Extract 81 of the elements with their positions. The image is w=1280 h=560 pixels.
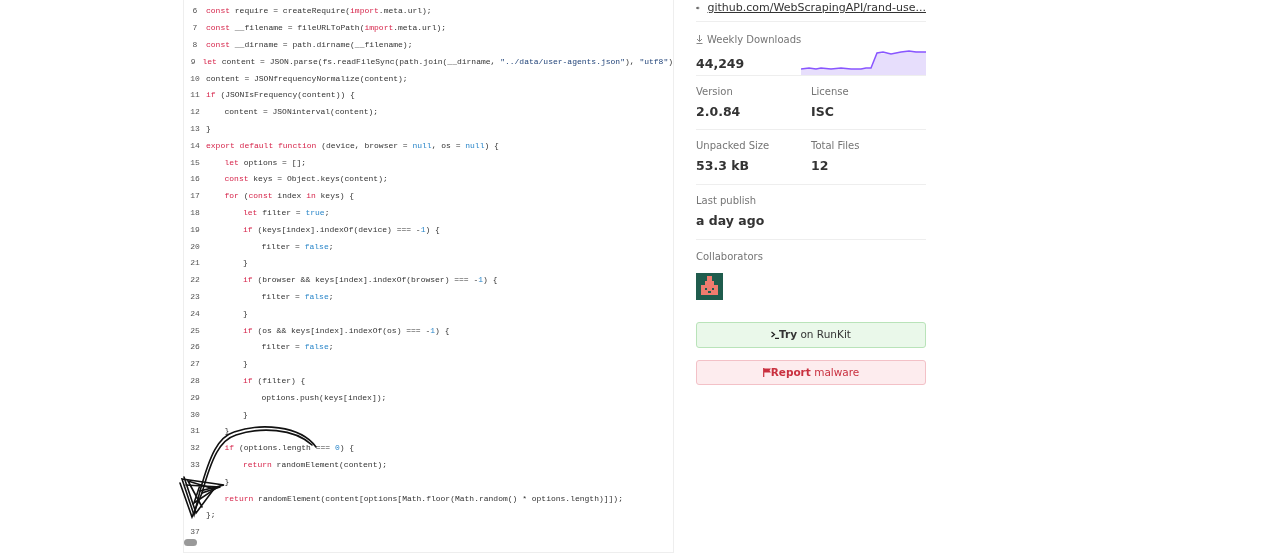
line-number: 7 <box>191 22 199 35</box>
stat-value: a day ago <box>696 212 766 230</box>
line-number: 8 <box>191 39 199 51</box>
line-number: 33 <box>189 458 201 471</box>
line-number: 18 <box>189 206 201 219</box>
line-number: 14 <box>189 139 201 152</box>
line-number: 16 <box>189 173 201 186</box>
code-line: const keys = Object.keys(content); <box>224 173 388 186</box>
code-line: if (JSONIsFrequency(content)) { <box>206 89 355 102</box>
code-line: const require = createRequire(import.meta.url); <box>206 5 432 18</box>
code-line: } <box>243 408 248 421</box>
line-number: 6 <box>191 5 199 18</box>
code-line: } <box>224 475 230 488</box>
code-line: }; <box>206 509 216 522</box>
stat-value: 53.3 kB <box>696 157 751 176</box>
line-number: 15 <box>189 156 201 169</box>
line-number: 23 <box>189 290 201 303</box>
code-line: return randomElement(content); <box>243 458 388 471</box>
line-number: 28 <box>189 374 201 387</box>
code-line: filter = false; <box>261 240 334 253</box>
line-number: 10 <box>189 72 201 85</box>
line-number: 25 <box>189 324 201 337</box>
stat-value: 2.0.84 <box>696 102 742 121</box>
stat-value: 12 <box>811 157 830 176</box>
stat-label: Total Files <box>811 139 861 154</box>
code-line: for (const index in keys) { <box>224 190 355 203</box>
code-line: } <box>206 122 211 135</box>
download-icon <box>696 34 703 44</box>
code-line: if (os && keys[index].indexOf(os) === -1) { <box>243 324 450 337</box>
weekly-downloads-label: Weekly Downloads <box>707 32 802 47</box>
code-line: } <box>224 425 230 438</box>
line-number: 21 <box>189 257 201 270</box>
code-line: if (keys[index].indexOf(device) === -1) { <box>243 223 440 236</box>
terminal-prompt-icon <box>771 330 780 339</box>
code-line: return randomElement(content[options[Math.floor(Math.random() * options.length)]]); <box>224 492 623 505</box>
flag-icon <box>762 367 771 377</box>
line-number: 12 <box>189 106 201 119</box>
report-button[interactable]: Report malware <box>696 359 926 386</box>
line-number: 22 <box>189 274 201 287</box>
line-number: 31 <box>189 425 201 438</box>
code-line: } <box>243 257 248 270</box>
code-line: if (filter) { <box>243 374 306 387</box>
code-line: } <box>243 307 248 320</box>
code-line: filter = false; <box>261 290 334 303</box>
code-line: if (browser && keys[index].indexOf(browser) === -1) { <box>243 274 498 287</box>
collaborator-avatar[interactable] <box>696 272 723 300</box>
line-number: 30 <box>189 408 201 421</box>
stat-label: Last publish <box>696 194 758 208</box>
stat-label: Unpacked Size <box>696 139 771 154</box>
line-number: 29 <box>189 391 201 404</box>
line-number: 27 <box>189 358 201 371</box>
line-number: 17 <box>189 190 201 203</box>
line-number: 20 <box>189 240 201 253</box>
line-number: 26 <box>189 341 201 354</box>
weekly-downloads-count: 44,249 <box>696 54 745 73</box>
code-line: let filter = true; <box>243 206 330 219</box>
repository-link[interactable]: github.com/WebScrapingAPI/rand-use... <box>707 0 926 17</box>
code-line: filter = false; <box>261 341 334 354</box>
try-button[interactable]: Try on RunKit <box>696 321 926 348</box>
code-line: if (options.length === 0) { <box>224 442 355 455</box>
stat-label: Version <box>696 84 734 99</box>
code-line: const __filename = fileURLToPath(import.meta.url); <box>206 22 447 35</box>
line-number: 13 <box>189 122 201 135</box>
scrollbar-thumb[interactable] <box>184 539 197 546</box>
line-number: 24 <box>189 307 201 320</box>
line-number: 19 <box>189 223 201 236</box>
code-line: content = JSONfrequencyNormalize(content); <box>206 72 408 85</box>
code-line: } <box>243 358 248 371</box>
line-number: 32 <box>189 442 201 455</box>
stat-label: License <box>811 84 850 99</box>
code-line: content = JSONinterval(content); <box>224 106 379 119</box>
code-line: options.push(keys[index]); <box>261 391 387 404</box>
code-line: const __dirname = path.dirname(__filename); <box>206 39 413 51</box>
stat-value: ISC <box>811 102 835 121</box>
line-number: 11 <box>189 89 201 102</box>
collaborators-label: Collaborators <box>696 249 764 264</box>
code-line: let content = JSON.parse(fs.readFileSync(path.join(__dirname, "../data/user-agents.json"), "utf8") <box>202 55 673 68</box>
code-line: let options = []; <box>224 156 307 169</box>
line-number: 9 <box>189 55 197 68</box>
line-number: 37 <box>189 526 201 539</box>
code-line: export default function (device, browser = null, os = null) { <box>206 139 499 152</box>
